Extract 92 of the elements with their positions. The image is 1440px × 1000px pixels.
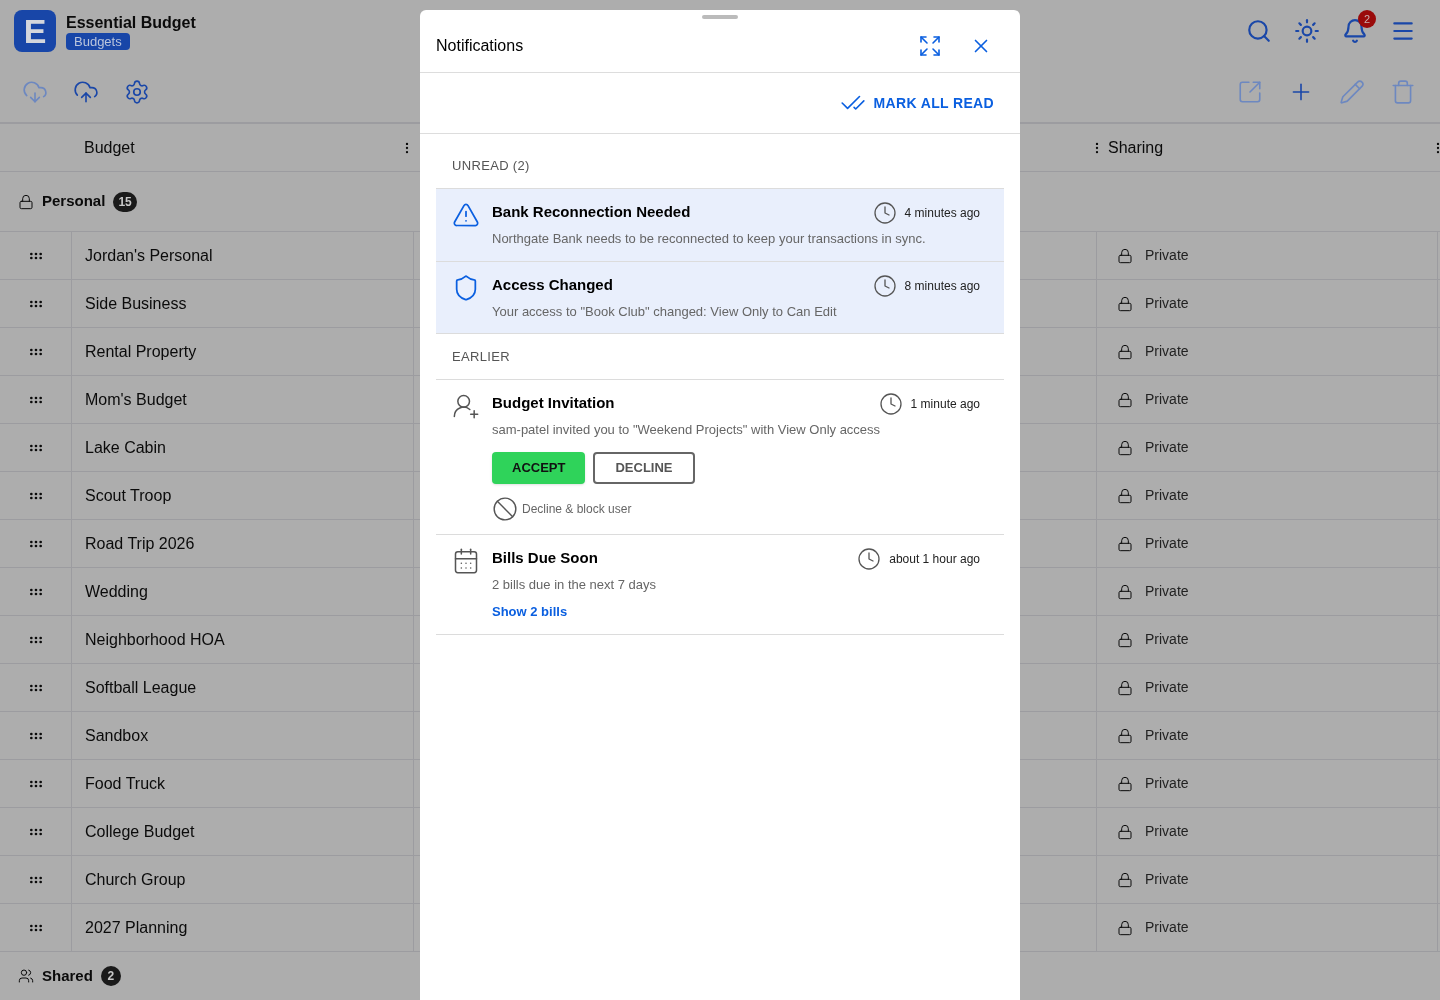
sun-icon[interactable]: [1294, 18, 1320, 44]
budget-name[interactable]: Scout Troop: [85, 483, 172, 508]
lock-icon: [1117, 631, 1133, 648]
lock-icon: [1117, 343, 1133, 360]
budget-name[interactable]: Wedding: [85, 579, 148, 604]
lock-icon: [1117, 391, 1133, 408]
notification-title: Access Changed: [492, 274, 613, 295]
lock-icon: [1117, 919, 1133, 936]
group-name[interactable]: Shared: [42, 964, 93, 988]
settings-icon[interactable]: [124, 79, 150, 105]
lock-icon: [18, 193, 34, 210]
lock-icon: [1117, 679, 1133, 696]
lock-icon: [1117, 487, 1133, 504]
sharing-status: Private: [1145, 342, 1189, 361]
budget-name[interactable]: Neighborhood HOA: [85, 627, 225, 652]
notification-message: sam-patel invited you to "Weekend Projects" with View Only access: [492, 421, 882, 439]
budget-name[interactable]: Sandbox: [85, 723, 149, 748]
lock-icon: [1117, 775, 1133, 792]
users-icon: [18, 968, 34, 984]
warning-icon: [452, 201, 480, 229]
app-name: Essential Budget: [66, 12, 196, 33]
notification-message: Your access to "Book Club" changed: View Only to Can Edit: [492, 302, 838, 321]
budget-name[interactable]: 2027 Planning: [85, 915, 188, 940]
sharing-status: Private: [1145, 870, 1189, 889]
budget-name[interactable]: College Budget: [85, 819, 195, 844]
budget-name[interactable]: Softball League: [85, 675, 197, 700]
search-icon[interactable]: [1246, 18, 1272, 44]
budget-name[interactable]: Side Business: [85, 291, 187, 316]
panel-title: Notifications: [436, 36, 524, 56]
group-name[interactable]: Personal: [42, 190, 106, 213]
decline-button[interactable]: DECLINE: [593, 451, 695, 484]
block-icon: [492, 495, 518, 522]
group-count-badge: 2: [100, 966, 121, 986]
lock-icon: [1117, 823, 1133, 840]
cloud-upload-icon[interactable]: [73, 79, 99, 105]
mark-all-read-button[interactable]: MARK ALL READ: [839, 90, 994, 116]
sharing-status: Private: [1145, 390, 1189, 409]
column-header[interactable]: Sharing: [1108, 135, 1164, 160]
sharing-status: Private: [1145, 582, 1189, 601]
group-count-badge: 15: [113, 191, 137, 212]
sharing-status: Private: [1145, 246, 1189, 265]
expand-icon[interactable]: [918, 34, 942, 58]
lock-icon: [1117, 535, 1133, 552]
sharing-status: Private: [1145, 774, 1189, 793]
sharing-status: Private: [1145, 726, 1189, 745]
budget-name[interactable]: Church Group: [85, 867, 186, 892]
notification-message: 2 bills due in the next 7 days: [492, 575, 658, 594]
notification-time: 4 minutes ago: [904, 205, 980, 222]
show-bills-link[interactable]: Show 2 bills: [492, 602, 568, 622]
lock-icon: [1117, 295, 1133, 312]
budget-name[interactable]: Rental Property: [85, 339, 197, 364]
column-header[interactable]: Budget: [84, 135, 135, 160]
accept-button[interactable]: ACCEPT: [492, 451, 586, 484]
budget-name[interactable]: Jordan's Personal: [85, 243, 213, 268]
sharing-status: Private: [1145, 678, 1189, 697]
notification-count-badge: 2: [1358, 10, 1376, 28]
budget-name[interactable]: Food Truck: [85, 771, 166, 796]
clock-icon: [878, 392, 903, 416]
lock-icon: [1117, 583, 1133, 600]
budget-name[interactable]: Road Trip 2026: [85, 531, 195, 556]
lock-icon: [1117, 439, 1133, 456]
clock-icon: [872, 273, 897, 298]
sharing-status: Private: [1145, 918, 1189, 937]
sharing-status: Private: [1145, 294, 1189, 313]
sharing-status: Private: [1145, 438, 1189, 457]
budget-name[interactable]: Lake Cabin: [85, 435, 166, 460]
sharing-status: Private: [1145, 486, 1189, 505]
lock-icon: [1117, 871, 1133, 888]
calendar-icon: [452, 546, 480, 575]
notification-message: Northgate Bank needs to be reconnected to keep your transactions in sync.: [492, 230, 927, 248]
notification-item[interactable]: Access Changed 8 minutes ago Your access to "Book Club" changed: View Only to Can Edit: [436, 261, 1004, 334]
block-user-button[interactable]: Decline & block user: [492, 495, 632, 522]
user-plus-icon: [452, 392, 480, 420]
section-badge: Budgets: [66, 32, 130, 50]
notification-item[interactable]: Bank Reconnection Needed 4 minutes ago Northgate Bank needs to be reconnected to keep your transactions in sync.: [436, 189, 1004, 262]
lock-icon: [1117, 727, 1133, 744]
sharing-status: Private: [1145, 822, 1189, 841]
sharing-status: Private: [1145, 534, 1189, 553]
notification-time: 1 minute ago: [910, 396, 980, 413]
clock-icon: [857, 546, 882, 571]
notification-title: Budget Invitation: [492, 393, 615, 413]
section-heading: EARLIER: [452, 348, 510, 366]
notification-title: Bills Due Soon: [492, 547, 598, 568]
budget-name[interactable]: Mom's Budget: [85, 387, 187, 412]
clock-icon: [872, 201, 897, 225]
app-logo: E: [14, 10, 56, 52]
notification-title: Bank Reconnection Needed: [492, 202, 691, 222]
section-heading: UNREAD (2): [452, 157, 530, 175]
notification-time: about 1 hour ago: [889, 550, 980, 568]
sharing-status: Private: [1145, 630, 1189, 649]
lock-icon: [1117, 247, 1133, 264]
notification-time: 8 minutes ago: [904, 277, 980, 295]
